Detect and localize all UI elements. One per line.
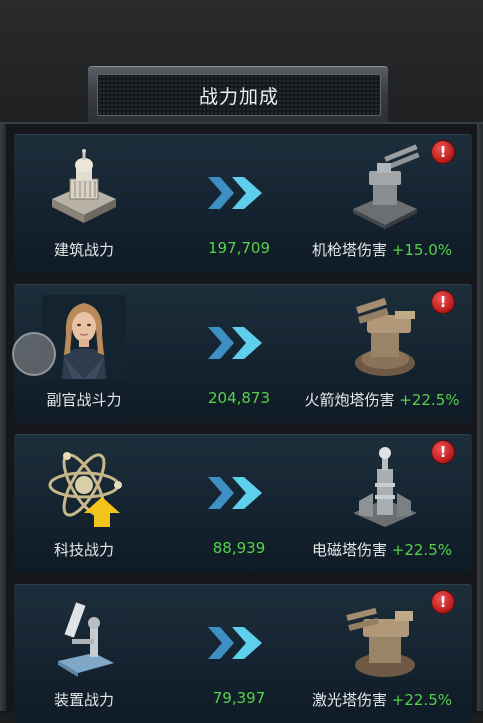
row-left-label: 装置战力 bbox=[53, 691, 114, 709]
microscope-icon bbox=[58, 602, 114, 677]
tower-damage-bonus: +15.0% bbox=[391, 241, 453, 259]
bonus-row-device: 装置战力 79,397 激光塔伤害 +22.5% ! bbox=[14, 584, 472, 723]
tower-damage-name: 激光塔伤害 bbox=[311, 691, 387, 709]
power-value: 204,873 bbox=[207, 389, 271, 407]
title-inner: 战力加成 bbox=[97, 74, 381, 116]
tower-damage-bonus: +22.5% bbox=[391, 691, 453, 709]
page-title: 战力加成 bbox=[198, 85, 279, 108]
tower-damage-name: 火箭炮塔伤害 bbox=[304, 391, 395, 409]
officer-portrait-icon bbox=[42, 295, 126, 379]
atom-tech-icon bbox=[48, 452, 122, 527]
rocket-tower-icon bbox=[355, 297, 415, 376]
tower-damage-bonus: +22.5% bbox=[399, 391, 460, 409]
tower-damage-name: 电磁塔伤害 bbox=[311, 541, 387, 559]
row-right-label: 机枪塔伤害 +15.0% bbox=[294, 239, 470, 260]
alert-icon[interactable]: ! bbox=[432, 291, 454, 313]
row-right-label: 火箭炮塔伤害 +22.5% bbox=[294, 389, 470, 410]
bonus-row-building: 建筑战力 197,709 机枪塔伤害 +15.0% ! bbox=[14, 134, 472, 273]
panel-frame-right bbox=[477, 124, 483, 711]
double-chevron-icon bbox=[208, 177, 262, 209]
row-left-label: 副官战斗力 bbox=[46, 391, 122, 409]
alert-icon[interactable]: ! bbox=[432, 441, 454, 463]
double-chevron-icon bbox=[208, 627, 262, 659]
tower-damage-bonus: +22.5% bbox=[391, 541, 453, 559]
double-chevron-icon bbox=[208, 477, 262, 509]
laser-tower-icon bbox=[346, 607, 415, 677]
row-left-label: 科技战力 bbox=[53, 541, 114, 559]
row-left-label: 建筑战力 bbox=[53, 241, 114, 259]
panel-frame-left bbox=[0, 124, 6, 711]
bonus-row-officer: 副官战斗力 204,873 火箭炮塔伤害 +22.5% ! bbox=[14, 284, 472, 423]
touch-indicator bbox=[12, 332, 56, 376]
alert-icon[interactable]: ! bbox=[432, 141, 454, 163]
double-chevron-icon bbox=[208, 327, 262, 359]
tesla-tower-icon bbox=[353, 447, 417, 527]
power-value: 197,709 bbox=[207, 239, 271, 257]
tower-damage-name: 机枪塔伤害 bbox=[311, 241, 387, 259]
alert-icon[interactable]: ! bbox=[432, 591, 454, 613]
power-value: 88,939 bbox=[212, 539, 266, 557]
row-right-label: 电磁塔伤害 +22.5% bbox=[294, 539, 470, 560]
bonus-row-tech: 科技战力 88,939 电磁塔伤害 +22.5% ! bbox=[14, 434, 472, 573]
row-right-label: 激光塔伤害 +22.5% bbox=[294, 689, 470, 710]
machine-gun-tower-icon bbox=[353, 144, 420, 229]
title-banner: 战力加成 bbox=[88, 66, 388, 132]
power-value: 79,397 bbox=[212, 689, 266, 707]
building-icon bbox=[52, 149, 116, 223]
